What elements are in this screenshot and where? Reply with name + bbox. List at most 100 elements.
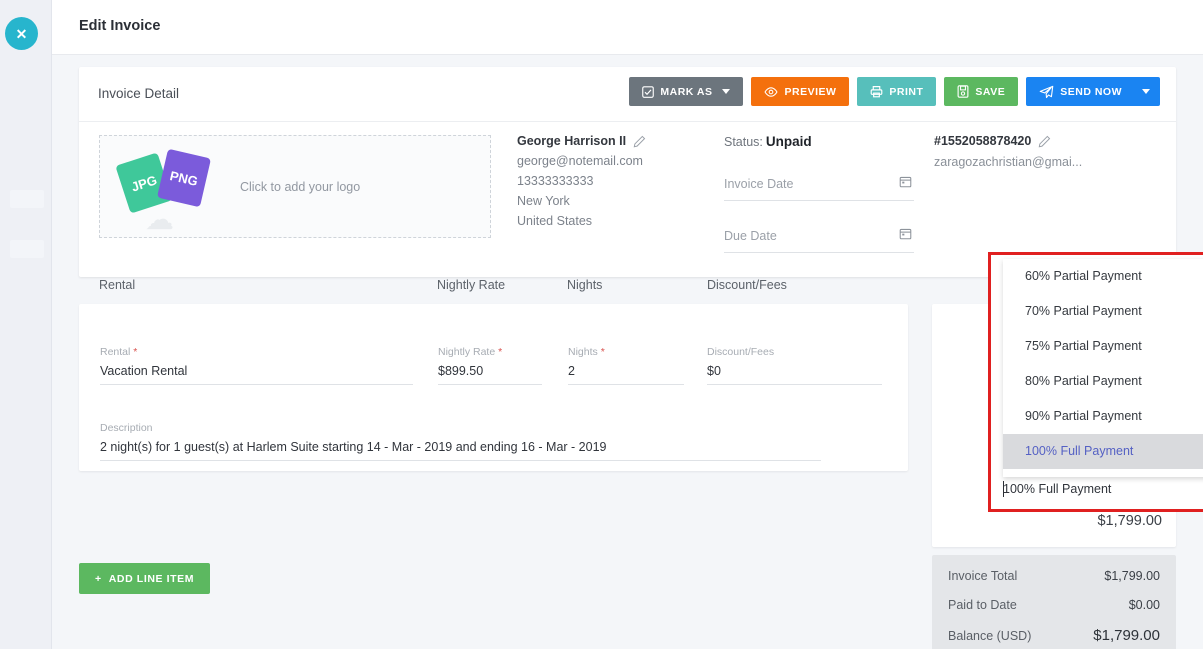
- calendar-icon[interactable]: [899, 227, 912, 240]
- status-label: Status:: [724, 135, 763, 149]
- payment-dropdown-list[interactable]: 60% Partial Payment 70% Partial Payment …: [1003, 259, 1203, 477]
- invoice-toolbar: MARK AS PREVIEW PRINT SAVE SEND NOW: [629, 77, 1160, 106]
- customer-city: New York: [517, 194, 570, 208]
- content-area: Invoice Detail MARK AS PREVIEW PRINT SAV…: [52, 55, 1203, 649]
- dropdown-option-75[interactable]: 75% Partial Payment: [1003, 329, 1203, 364]
- invoice-detail-card: Invoice Detail MARK AS PREVIEW PRINT SAV…: [79, 67, 1176, 277]
- printer-icon: [871, 86, 883, 98]
- totals-panel: Invoice Total $1,799.00 Paid to Date $0.…: [932, 555, 1176, 649]
- dropdown-option-60[interactable]: 60% Partial Payment: [1003, 259, 1203, 294]
- customer-name: George Harrison II: [517, 134, 627, 148]
- png-file-icon: PNG: [156, 148, 212, 208]
- column-header-rate: Nightly Rate: [437, 278, 506, 292]
- nightly-rate-input[interactable]: Nightly Rate * $899.50: [438, 346, 542, 385]
- invoice-sender-email: zaragozachristian@gmai...: [934, 155, 1083, 169]
- print-button[interactable]: PRINT: [857, 77, 937, 106]
- discount-fees-input-label: Discount/Fees: [707, 346, 775, 358]
- send-now-button[interactable]: SEND NOW: [1026, 77, 1160, 106]
- mark-as-button[interactable]: MARK AS: [629, 77, 744, 106]
- edit-pencil-icon[interactable]: [1038, 135, 1051, 148]
- save-label: SAVE: [975, 85, 1006, 98]
- logo-dropzone[interactable]: JPG PNG ☁ Click to add your logo: [99, 135, 491, 238]
- checkbox-icon: [642, 85, 655, 98]
- print-label: PRINT: [889, 85, 924, 98]
- customer-name-row: George Harrison II: [517, 134, 717, 148]
- dropdown-option-70[interactable]: 70% Partial Payment: [1003, 294, 1203, 329]
- save-button[interactable]: SAVE: [944, 77, 1019, 106]
- rental-input[interactable]: Rental * Vacation Rental: [100, 346, 413, 385]
- nightly-rate-input-label: Nightly Rate *: [438, 346, 503, 358]
- dropdown-option-100-selected[interactable]: 100% Full Payment: [1003, 434, 1203, 469]
- app-window: ✕ Edit Invoice Invoice Detail MARK AS PR…: [0, 0, 1203, 649]
- payment-type-select[interactable]: 100% Full Payment: [999, 474, 1203, 504]
- rental-input-label: Rental *: [100, 346, 138, 358]
- column-header-nights: Nights: [567, 278, 603, 292]
- preview-button[interactable]: PREVIEW: [751, 77, 850, 106]
- totals-row-balance: Balance (USD) $1,799.00: [948, 627, 1160, 644]
- rail-ghost-item-1: [10, 190, 44, 208]
- customer-phone: 13333333333: [517, 174, 594, 188]
- logo-hint-text: Click to add your logo: [240, 179, 361, 194]
- invoice-number: #1552058878420: [934, 134, 1032, 148]
- send-now-label: SEND NOW: [1060, 85, 1122, 98]
- discount-fees-input-value: $0: [707, 364, 721, 378]
- due-date-field[interactable]: Due Date: [724, 227, 914, 253]
- description-input-value: 2 night(s) for 1 guest(s) at Harlem Suit…: [100, 440, 607, 454]
- paid-to-date-label: Paid to Date: [948, 598, 1017, 612]
- nightly-rate-input-value: $899.50: [438, 364, 484, 378]
- cloud-upload-icon: ☁: [145, 204, 174, 236]
- chevron-down-icon: [722, 89, 731, 94]
- dropdown-option-80[interactable]: 80% Partial Payment: [1003, 364, 1203, 399]
- due-date-label: Due Date: [724, 229, 777, 243]
- invoice-date-field[interactable]: Invoice Date: [724, 175, 914, 201]
- balance-label: Balance (USD): [948, 629, 1032, 643]
- logo-placeholder-icons: JPG PNG ☁: [100, 136, 240, 237]
- card-title: Invoice Detail: [98, 86, 180, 101]
- close-button[interactable]: ✕: [5, 17, 38, 50]
- jpg-file-icon-label: JPG: [129, 171, 159, 195]
- subtotal-value: $1,799.00: [1097, 513, 1162, 529]
- totals-row-paid-to-date: Paid to Date $0.00: [948, 598, 1160, 612]
- status-column: Status: Unpaid Invoice Date Due Date: [724, 134, 914, 253]
- status-badge: Unpaid: [765, 134, 812, 149]
- png-file-icon-label: PNG: [168, 167, 200, 189]
- nights-input-label: Nights *: [568, 346, 605, 358]
- discount-fees-input[interactable]: Discount/Fees $0: [707, 346, 882, 385]
- customer-country: United States: [517, 214, 593, 228]
- invoice-total-label: Invoice Total: [948, 569, 1018, 583]
- dropdown-option-90[interactable]: 90% Partial Payment: [1003, 399, 1203, 434]
- paper-plane-icon: [1039, 85, 1054, 98]
- edit-pencil-icon[interactable]: [633, 135, 646, 148]
- close-icon: ✕: [15, 25, 28, 42]
- payment-type-value: 100% Full Payment: [1003, 482, 1112, 496]
- balance-value: $1,799.00: [1093, 627, 1160, 644]
- save-disk-icon: [957, 85, 969, 98]
- calendar-icon[interactable]: [899, 175, 912, 188]
- description-input-label: Description: [100, 422, 153, 434]
- totals-row-invoice-total: Invoice Total $1,799.00: [948, 569, 1160, 583]
- preview-label: PREVIEW: [784, 85, 837, 98]
- mark-as-label: MARK AS: [660, 85, 713, 98]
- text-cursor: [1003, 481, 1004, 497]
- line-item-row: Rental * Vacation Rental Nightly Rate * …: [79, 304, 908, 471]
- column-header-rental: Rental: [99, 278, 136, 292]
- column-header-discount: Discount/Fees: [707, 278, 787, 292]
- card-header: Invoice Detail MARK AS PREVIEW PRINT SAV…: [79, 67, 1176, 122]
- customer-email: george@notemail.com: [517, 154, 643, 168]
- send-now-chevron-down-icon[interactable]: [1142, 89, 1150, 94]
- eye-icon: [764, 86, 779, 97]
- description-input[interactable]: Description 2 night(s) for 1 guest(s) at…: [100, 422, 821, 461]
- top-bar: Edit Invoice: [52, 0, 1203, 55]
- invoice-number-column: #1552058878420 zaragozachristian@gmai...: [934, 134, 1164, 169]
- invoice-number-row: #1552058878420: [934, 134, 1164, 148]
- rail-ghost-item-2: [10, 240, 44, 258]
- paid-to-date-value: $0.00: [1128, 598, 1160, 612]
- page-title: Edit Invoice: [79, 18, 161, 34]
- nights-input[interactable]: Nights * 2: [568, 346, 684, 385]
- add-line-item-label: ADD LINE ITEM: [108, 572, 195, 585]
- payment-dropdown-highlight: 60% Partial Payment 70% Partial Payment …: [988, 252, 1203, 512]
- add-line-item-button[interactable]: + ADD LINE ITEM: [79, 563, 211, 594]
- invoice-date-label: Invoice Date: [724, 177, 794, 191]
- status-row: Status: Unpaid: [724, 134, 914, 149]
- nights-input-value: 2: [568, 364, 575, 378]
